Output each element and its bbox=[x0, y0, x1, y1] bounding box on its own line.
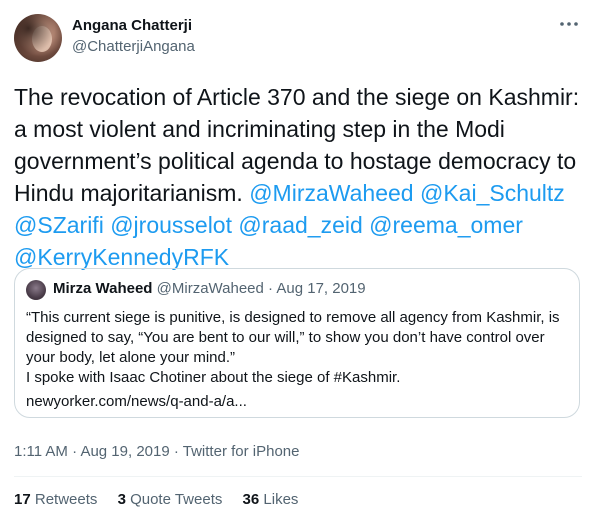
tweet-text: The revocation of Article 370 and the si… bbox=[14, 81, 586, 273]
tweet-source[interactable]: Twitter for iPhone bbox=[183, 443, 300, 460]
mention-link[interactable]: @raad_zeid bbox=[238, 212, 362, 238]
quote-tweets-label: Quote Tweets bbox=[130, 491, 223, 508]
quoted-tweet-body: “This current siege is punitive, is desi… bbox=[26, 308, 566, 388]
quoted-separator: · bbox=[268, 280, 274, 297]
tweet-time[interactable]: 1:11 AM bbox=[14, 443, 68, 460]
quoted-body-line: “This current siege is punitive, is desi… bbox=[26, 309, 560, 366]
likes-label: Likes bbox=[263, 491, 299, 508]
mention-link[interactable]: @reema_omer bbox=[369, 212, 523, 238]
retweets-stat[interactable]: 17 Retweets bbox=[14, 491, 97, 508]
quoted-date: Aug 17, 2019 bbox=[276, 280, 366, 297]
divider bbox=[14, 476, 582, 477]
tweet-date[interactable]: Aug 19, 2019 bbox=[80, 443, 169, 460]
quoted-author-handle: @MirzaWaheed bbox=[156, 280, 264, 297]
retweets-label: Retweets bbox=[34, 491, 98, 508]
quoted-author-avatar bbox=[26, 280, 46, 300]
author-display-name[interactable]: Angana Chatterji bbox=[72, 17, 192, 34]
tweet: Angana Chatterji @ChatterjiAngana The re… bbox=[0, 0, 596, 520]
likes-count: 36 bbox=[242, 491, 260, 508]
quote-tweets-count: 3 bbox=[117, 491, 126, 508]
author-avatar[interactable] bbox=[14, 14, 62, 62]
mention-link[interactable]: @MirzaWaheed bbox=[249, 180, 413, 206]
meta-separator: · bbox=[72, 443, 78, 460]
quoted-link[interactable]: newyorker.com/news/q-and-a/a... bbox=[26, 393, 247, 410]
tweet-meta: 1:11 AM · Aug 19, 2019 · Twitter for iPh… bbox=[14, 443, 299, 460]
likes-stat[interactable]: 36 Likes bbox=[243, 491, 299, 508]
retweets-count: 17 bbox=[14, 491, 31, 508]
meta-separator: · bbox=[173, 443, 179, 460]
mention-link[interactable]: @KerryKennedyRFK bbox=[14, 244, 229, 270]
mention-link[interactable]: @SZarifi bbox=[14, 212, 104, 238]
quoted-body-line: I spoke with Isaac Chotiner about the si… bbox=[26, 369, 401, 386]
more-horizontal-icon bbox=[560, 22, 578, 26]
more-options-button[interactable] bbox=[556, 14, 582, 34]
quoted-tweet-card[interactable]: Mirza Waheed @MirzaWaheed · Aug 17, 2019… bbox=[14, 268, 580, 418]
avatar-hair bbox=[14, 14, 62, 62]
tweet-stats: 17 Retweets 3 Quote Tweets 36 Likes bbox=[14, 491, 314, 508]
quoted-tweet-header: Mirza Waheed @MirzaWaheed · Aug 17, 2019 bbox=[53, 280, 366, 297]
quoted-author-name: Mirza Waheed bbox=[53, 280, 153, 297]
quote-tweets-stat[interactable]: 3 Quote Tweets bbox=[118, 491, 223, 508]
mention-link[interactable]: @Kai_Schultz bbox=[420, 180, 565, 206]
author-handle[interactable]: @ChatterjiAngana bbox=[72, 38, 195, 55]
mention-link[interactable]: @jrousselot bbox=[110, 212, 232, 238]
